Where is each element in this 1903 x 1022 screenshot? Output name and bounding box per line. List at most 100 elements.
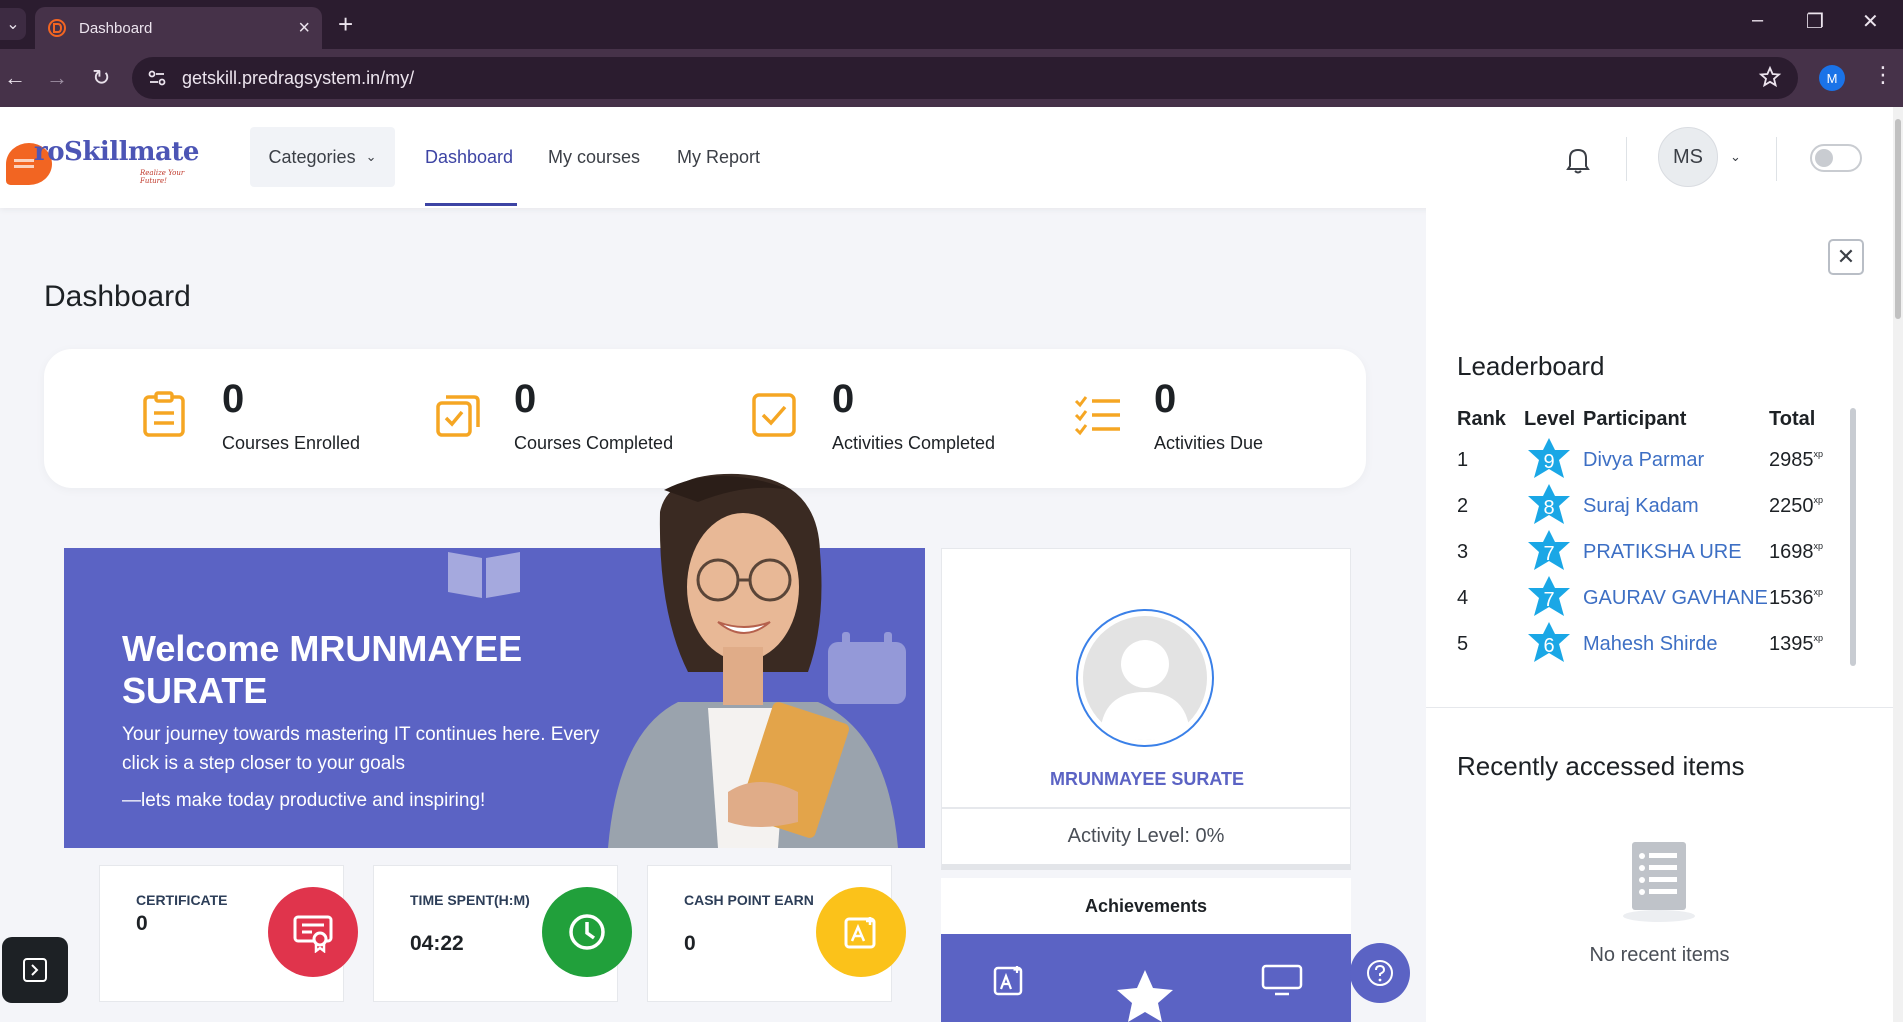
- leaderboard-rank: 2: [1457, 495, 1469, 517]
- tab-list-button[interactable]: ⌄: [0, 8, 26, 40]
- browser-profile-avatar[interactable]: M: [1819, 65, 1845, 91]
- profile-name: MRUNMAYEE SURATE: [1049, 769, 1245, 789]
- grade-icon: [816, 887, 906, 977]
- browser-toolbar: ← → ↻ getskill.predragsystem.in/my/ M ⋮: [0, 49, 1903, 107]
- leaderboard-row: 1 9 Divya Parmar 2985xp: [1457, 437, 1837, 483]
- nav-my-courses[interactable]: My courses: [548, 147, 640, 168]
- page-scrollbar-thumb[interactable]: [1895, 119, 1901, 319]
- checklist-icon: [1074, 396, 1120, 436]
- leaderboard-level: 6: [1543, 635, 1555, 657]
- leaderboard-participant-link[interactable]: Mahesh Shirde: [1583, 633, 1718, 656]
- browser-tab-title: Dashboard: [79, 19, 153, 37]
- site-header: roSkillmate Realize Your Future! Categor…: [0, 107, 1893, 208]
- drawer-toggle-icon: [23, 958, 47, 982]
- bookmark-star-icon[interactable]: [1758, 65, 1782, 89]
- leaderboard-rank: 5: [1457, 633, 1469, 655]
- active-nav-indicator: [425, 203, 517, 206]
- minimize-window-icon[interactable]: –: [1752, 9, 1763, 32]
- nav-my-report[interactable]: My Report: [677, 147, 760, 168]
- question-icon: [1367, 960, 1393, 986]
- leaderboard-row: 4 7 GAURAV GAVHANE 1536xp: [1457, 575, 1837, 621]
- profile-card: MRUNMAYEE SURATE: [941, 548, 1351, 808]
- leaderboard-participant-link[interactable]: Divya Parmar: [1583, 449, 1704, 472]
- leaderboard-row: 2 8 Suraj Kadam 2250xp: [1457, 483, 1837, 529]
- document-list-icon: [1623, 842, 1695, 922]
- welcome-message-line2: —lets make today productive and inspirin…: [122, 790, 486, 811]
- leaderboard-level: 8: [1543, 497, 1555, 519]
- leaderboard-total: 2250xp: [1769, 495, 1824, 517]
- leaderboard-scrollbar[interactable]: [1850, 408, 1856, 666]
- header-divider: [1626, 137, 1627, 181]
- leaderboard-participant-link[interactable]: Suraj Kadam: [1583, 495, 1699, 518]
- leaderboard-level: 7: [1543, 543, 1555, 565]
- back-icon[interactable]: ←: [4, 65, 26, 91]
- site-favicon-icon: [48, 19, 66, 37]
- leaderboard-rank: 1: [1457, 449, 1469, 471]
- page-title: Dashboard: [44, 280, 191, 313]
- url-text: getskill.predragsystem.in/my/: [182, 67, 415, 88]
- clipboard-list-icon: [143, 391, 185, 437]
- categories-label: Categories: [268, 146, 356, 167]
- address-bar[interactable]: getskill.predragsystem.in/my/: [132, 57, 1798, 99]
- browser-menu-icon[interactable]: ⋮: [1872, 62, 1894, 88]
- categories-dropdown[interactable]: Categories ⌄: [250, 127, 395, 187]
- star-icon[interactable]: [1115, 968, 1175, 1022]
- leaderboard-row: 3 7 PRATIKSHA URE 1698xp: [1457, 529, 1837, 575]
- leaderboard-col-total: Total: [1769, 408, 1816, 430]
- leaderboard-total: 1395xp: [1769, 633, 1824, 655]
- new-tab-icon[interactable]: +: [338, 9, 353, 40]
- leaderboard-total: 1698xp: [1769, 541, 1824, 563]
- achievements-label: Achievements: [941, 878, 1351, 934]
- notification-bell-icon[interactable]: [1564, 145, 1592, 175]
- leaderboard-level: 7: [1543, 589, 1555, 611]
- nav-dashboard[interactable]: Dashboard: [425, 147, 513, 168]
- time-spent-card: TIME SPENT(H:M) 04:22: [373, 865, 632, 1002]
- cash-point-card: CASH POINT EARN 0: [647, 865, 906, 1002]
- leaderboard-total: 1536xp: [1769, 587, 1824, 609]
- grade-icon[interactable]: [993, 964, 1025, 996]
- chevron-down-icon: ⌄: [365, 149, 377, 164]
- activity-level: Activity Level: 0%: [941, 808, 1351, 870]
- site-settings-icon[interactable]: [146, 67, 168, 89]
- leaderboard-col-level: Level: [1524, 408, 1576, 430]
- stats-card: 0 Courses Enrolled 0 Courses Completed 0…: [44, 349, 1366, 488]
- page-scrollbar[interactable]: [1893, 107, 1903, 1022]
- theme-toggle[interactable]: [1810, 144, 1862, 172]
- open-drawer-button[interactable]: [2, 937, 68, 1003]
- student-illustration: [608, 473, 898, 848]
- leaderboard-level: 9: [1543, 451, 1555, 473]
- close-tab-icon[interactable]: ×: [298, 18, 310, 38]
- leaderboard-participant-link[interactable]: GAURAV GAVHANE: [1583, 587, 1768, 610]
- recent-items-title: Recently accessed items: [1457, 751, 1745, 781]
- leaderboard-col-participant: Participant: [1583, 408, 1687, 430]
- browser-tabbar: ⌄ Dashboard × + – ❐ ✕: [0, 0, 1903, 49]
- leaderboard-col-rank: Rank: [1457, 408, 1506, 430]
- drawer-divider: [1426, 707, 1893, 708]
- recent-items-empty: No recent items: [1589, 944, 1730, 966]
- user-menu-chevron-icon[interactable]: ⌄: [1730, 149, 1741, 165]
- leaderboard-title: Leaderboard: [1457, 351, 1605, 381]
- help-button[interactable]: [1350, 943, 1410, 1003]
- site-logo[interactable]: roSkillmate Realize Your Future!: [6, 137, 199, 187]
- user-avatar[interactable]: MS: [1658, 127, 1718, 187]
- leaderboard-rank: 4: [1457, 587, 1469, 609]
- forward-icon[interactable]: →: [46, 65, 68, 91]
- reload-icon[interactable]: ↻: [92, 65, 110, 91]
- achievements-bar: [941, 934, 1351, 1022]
- leaderboard-rank: 3: [1457, 541, 1469, 563]
- monitor-icon[interactable]: [1261, 964, 1303, 996]
- header-divider: [1776, 137, 1777, 181]
- leaderboard-row: 5 6 Mahesh Shirde 1395xp: [1457, 621, 1837, 667]
- browser-tab-dashboard[interactable]: Dashboard ×: [35, 7, 322, 49]
- certificate-card: CERTIFICATE 0: [99, 865, 358, 1002]
- close-drawer-button[interactable]: ✕: [1828, 239, 1864, 275]
- certificate-icon: [268, 887, 358, 977]
- book-icon: [448, 552, 520, 598]
- leaderboard-total: 2985xp: [1769, 449, 1824, 471]
- leaderboard-participant-link[interactable]: PRATIKSHA URE: [1583, 541, 1742, 564]
- checkbox-icon: [752, 393, 796, 437]
- welcome-message: Your journey towards mastering IT contin…: [122, 724, 600, 774]
- close-window-icon[interactable]: ✕: [1862, 9, 1879, 34]
- restore-window-icon[interactable]: ❐: [1806, 9, 1824, 34]
- profile-avatar[interactable]: [1076, 609, 1214, 747]
